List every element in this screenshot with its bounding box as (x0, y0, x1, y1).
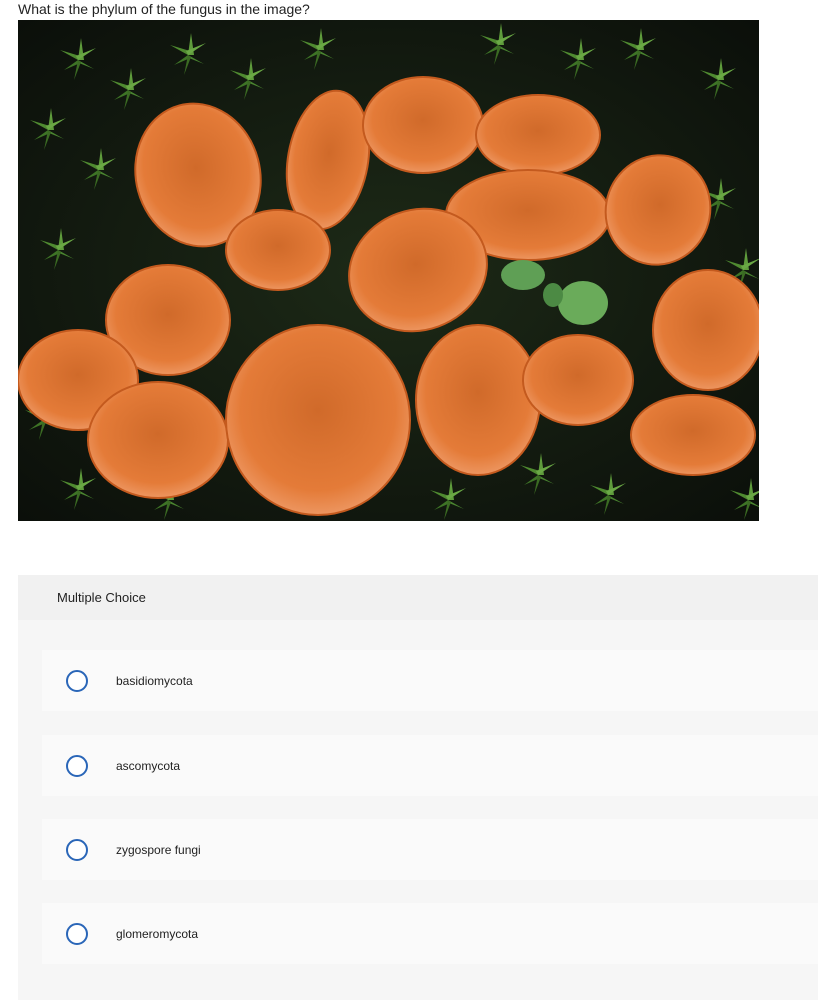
choice-label: ascomycota (116, 758, 181, 773)
fungus-photo (18, 20, 759, 521)
choice-option-basidiomycota[interactable]: basidiomycota (42, 650, 818, 711)
choice-option-glomeromycota[interactable]: glomeromycota (42, 903, 818, 964)
choice-option-zygospore-fungi[interactable]: zygospore fungi (42, 819, 818, 880)
choice-label: basidiomycota (116, 673, 193, 688)
choice-label: glomeromycota (116, 926, 199, 941)
radio-button[interactable] (66, 838, 88, 861)
question-text: What is the phylum of the fungus in the … (18, 1, 310, 17)
radio-button[interactable] (66, 922, 88, 945)
radio-button[interactable] (66, 754, 88, 777)
multiple-choice-header: Multiple Choice (18, 575, 818, 620)
multiple-choice-panel: Multiple Choice basidiomycota ascomycota… (18, 575, 818, 1000)
radio-button[interactable] (66, 669, 88, 692)
choice-option-ascomycota[interactable]: ascomycota (42, 735, 818, 796)
choice-label: zygospore fungi (116, 842, 201, 857)
